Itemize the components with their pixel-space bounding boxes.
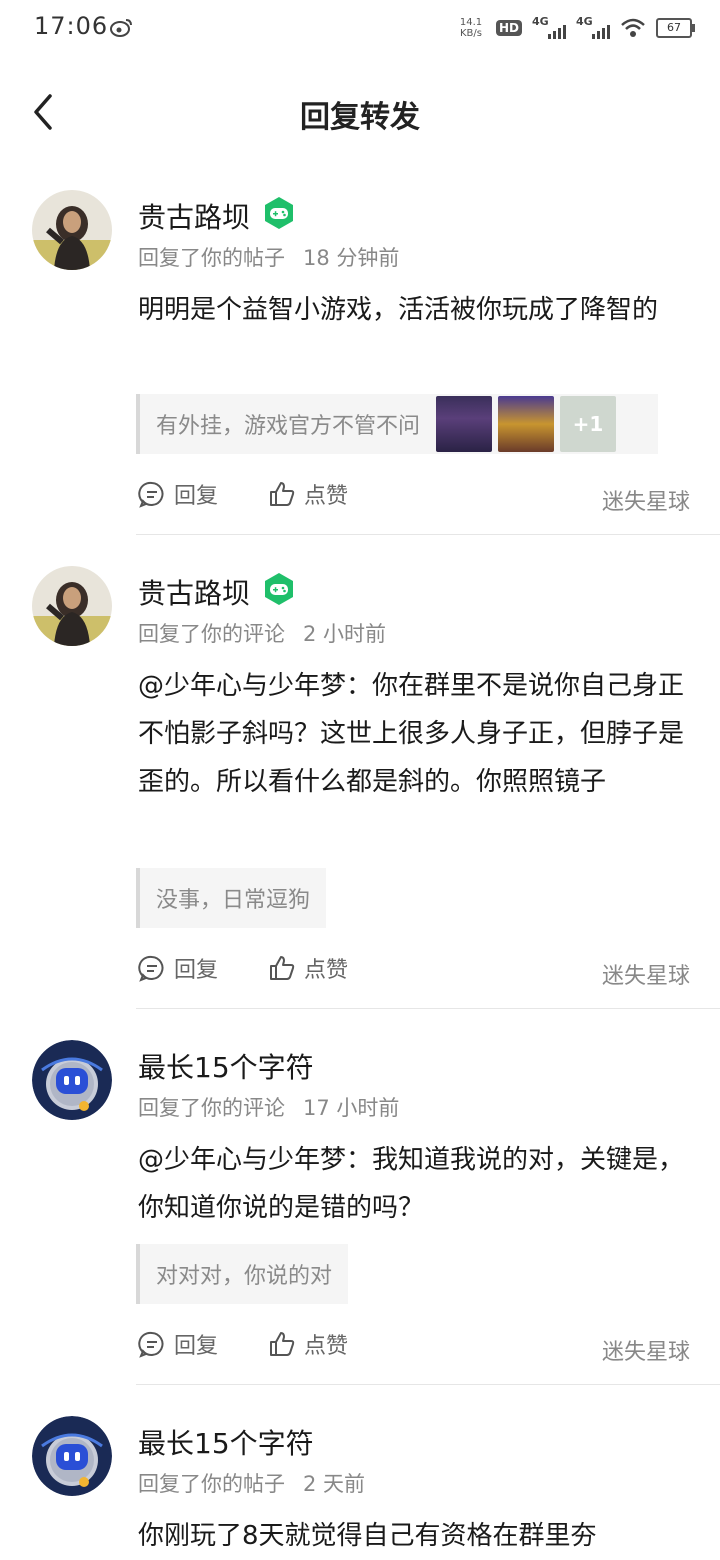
game-controller-icon [265,573,293,605]
image-thumbnail-1[interactable] [436,396,493,452]
net-speed: 14.1 KB/s [456,17,486,39]
quote-text: 有外挂，游戏官方不管不问 [156,414,421,439]
reply-item-3[interactable]: 最长15个字符 回复了你的评论 17 小时前 @少年心与少年梦：我知道我说的对，… [0,1040,720,1386]
weibo-icon [110,19,132,37]
game-controller-icon [265,197,293,229]
title-bar: 回复转发 [0,70,720,154]
reply-button[interactable]: 回复 [138,1328,218,1360]
meta-action: 回复了你的评论 [138,1096,285,1120]
like-button[interactable]: 点赞 [268,952,348,984]
reply-item-2[interactable]: 贵古路坝 回复了你的评论 2 小时前 @少年心与少年梦：你在群里不是说你自己身正… [0,566,720,1010]
robot-avatar[interactable] [32,1416,112,1496]
reply-label: 回复 [174,958,219,983]
page-title: 回复转发 [300,100,420,135]
meta-time: 2 小时前 [303,622,387,646]
reply-label: 回复 [174,1334,219,1359]
thumbs-up-icon [270,956,295,980]
divider [136,534,720,535]
image-thumbnail-3[interactable]: +1 [560,396,617,452]
reply-content[interactable]: 明明是个益智小游戏，活活被你玩成了降智的 [138,286,690,334]
avatar-portrait[interactable] [32,190,112,270]
meta-time: 2 天前 [303,1472,366,1496]
battery-icon: 67 [656,18,695,38]
meta-time: 18 分钟前 [303,246,400,270]
image-thumbnails[interactable]: +1 [436,396,617,452]
avatar-portrait[interactable] [32,566,112,646]
quoted-comment[interactable]: 对对对，你说的对 [136,1244,349,1304]
signal-icon-2: 4G [576,15,610,41]
circle-label[interactable]: 迷失星球 [602,1334,690,1366]
reply-label: 回复 [174,484,219,509]
divider [136,1384,720,1385]
meta-line: 回复了你的帖子 18 分钟前 [138,242,399,272]
reply-content[interactable]: @少年心与少年梦：我知道我说的对，关键是，你知道你说的是错的吗？ [138,1136,690,1232]
thumbs-up-icon [270,1332,295,1356]
meta-line: 回复了你的评论 17 小时前 [138,1092,399,1122]
status-time: 17:06 [34,12,109,40]
robot-avatar[interactable] [32,1040,112,1120]
status-bar: 17:06 14.1 KB/s HD 4G 4G 67 [0,0,720,56]
meta-line: 回复了你的评论 2 小时前 [138,618,386,648]
meta-line: 回复了你的帖子 2 天前 [138,1468,365,1498]
comment-icon [138,481,164,508]
divider [136,1008,720,1009]
quoted-comment[interactable]: 没事，日常逗狗 [136,868,327,928]
reply-item-1[interactable]: 贵古路坝 回复了你的帖子 18 分钟前 明明是个益智小游戏，活活被你玩成了降智的… [0,190,720,536]
like-button[interactable]: 点赞 [268,1328,348,1360]
meta-action: 回复了你的帖子 [138,1472,285,1496]
hd-badge: HD [495,20,522,36]
thumbs-up-icon [270,482,295,506]
action-bar: 回复 点赞 迷失星球 [138,952,690,992]
status-right: 14.1 KB/s HD 4G 4G 67 [456,12,695,44]
net-speed-value: 14.1 [459,17,483,28]
user-name[interactable]: 最长15个字符 [138,1046,314,1086]
like-label: 点赞 [304,1334,349,1359]
wifi-icon [621,18,645,37]
comment-icon [138,955,164,982]
like-label: 点赞 [304,484,349,509]
image-thumbnail-2[interactable] [498,396,555,452]
user-name[interactable]: 最长15个字符 [138,1422,314,1462]
quote-text: 没事，日常逗狗 [156,888,311,913]
user-name[interactable]: 贵古路坝 [138,572,250,612]
quoted-post[interactable]: 有外挂，游戏官方不管不问 +1 [136,394,658,454]
like-button[interactable]: 点赞 [268,478,348,510]
circle-label[interactable]: 迷失星球 [602,958,690,990]
quote-text: 对对对，你说的对 [156,1264,333,1289]
signal-label-2: 4G [576,15,593,28]
meta-time: 17 小时前 [303,1096,400,1120]
reply-item-4[interactable]: 最长15个字符 回复了你的帖子 2 天前 你刚玩了8天就觉得自己有资格在群里夯 [0,1416,720,1560]
like-label: 点赞 [304,958,349,983]
user-name[interactable]: 贵古路坝 [138,196,250,236]
more-images-count: +1 [572,412,604,436]
action-bar: 回复 点赞 迷失星球 [138,1328,690,1368]
meta-action: 回复了你的帖子 [138,246,285,270]
action-bar: 回复 点赞 迷失星球 [138,478,690,518]
net-speed-unit: KB/s [459,28,482,39]
reply-content[interactable]: @少年心与少年梦：你在群里不是说你自己身正不怕影子斜吗？这世上很多人身子正，但脖… [138,662,690,806]
circle-label[interactable]: 迷失星球 [602,484,690,516]
reply-button[interactable]: 回复 [138,952,218,984]
signal-icon-1: 4G [532,15,566,41]
comment-icon [138,1331,164,1358]
meta-action: 回复了你的评论 [138,622,285,646]
reply-button[interactable]: 回复 [138,478,218,510]
signal-label-1: 4G [532,15,549,28]
reply-content[interactable]: 你刚玩了8天就觉得自己有资格在群里夯 [138,1512,690,1560]
